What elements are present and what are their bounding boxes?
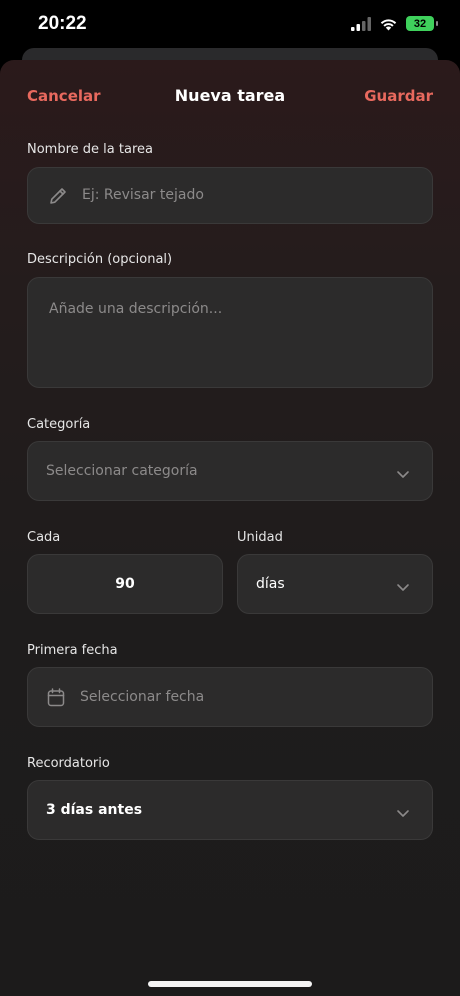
category-label: Categoría (27, 417, 91, 432)
status-time: 20:22 (38, 13, 87, 34)
unit-select[interactable]: días (237, 554, 433, 614)
task-name-label: Nombre de la tarea (27, 142, 153, 157)
every-value: 90 (115, 576, 135, 592)
chevron-down-icon (396, 804, 410, 823)
task-name-field[interactable]: Ej: Revisar tejado (27, 167, 433, 224)
status-icons: 32 (351, 16, 438, 31)
every-input[interactable]: 90 (27, 554, 223, 614)
first-date-placeholder: Seleccionar fecha (80, 689, 205, 705)
new-task-sheet: Cancelar Nueva tarea Guardar Nombre de l… (0, 60, 460, 996)
cellular-signal-icon (351, 16, 371, 31)
wifi-icon (380, 18, 397, 30)
home-indicator[interactable] (148, 981, 312, 987)
every-label: Cada (27, 530, 61, 545)
first-date-field[interactable]: Seleccionar fecha (27, 667, 433, 727)
category-placeholder: Seleccionar categoría (46, 463, 198, 479)
battery-level: 32 (413, 17, 427, 30)
description-field[interactable]: Añade una descripción... (27, 277, 433, 388)
category-select[interactable]: Seleccionar categoría (27, 441, 433, 501)
calendar-icon (47, 688, 65, 707)
chevron-down-icon (396, 578, 410, 597)
first-date-label: Primera fecha (27, 643, 118, 658)
save-button[interactable]: Guardar (364, 87, 433, 105)
battery-icon: 32 (406, 16, 438, 31)
chevron-down-icon (396, 465, 410, 484)
description-label: Descripción (opcional) (27, 252, 173, 267)
task-name-placeholder: Ej: Revisar tejado (82, 187, 204, 203)
unit-value: días (256, 576, 285, 592)
status-bar: 20:22 32 (0, 0, 460, 50)
pencil-icon (48, 186, 68, 206)
reminder-select[interactable]: 3 días antes (27, 780, 433, 840)
description-placeholder: Añade una descripción... (49, 301, 223, 317)
reminder-value: 3 días antes (46, 802, 143, 818)
navigation-bar: Cancelar Nueva tarea Guardar (0, 84, 460, 110)
unit-label: Unidad (237, 530, 283, 545)
reminder-label: Recordatorio (27, 756, 110, 771)
